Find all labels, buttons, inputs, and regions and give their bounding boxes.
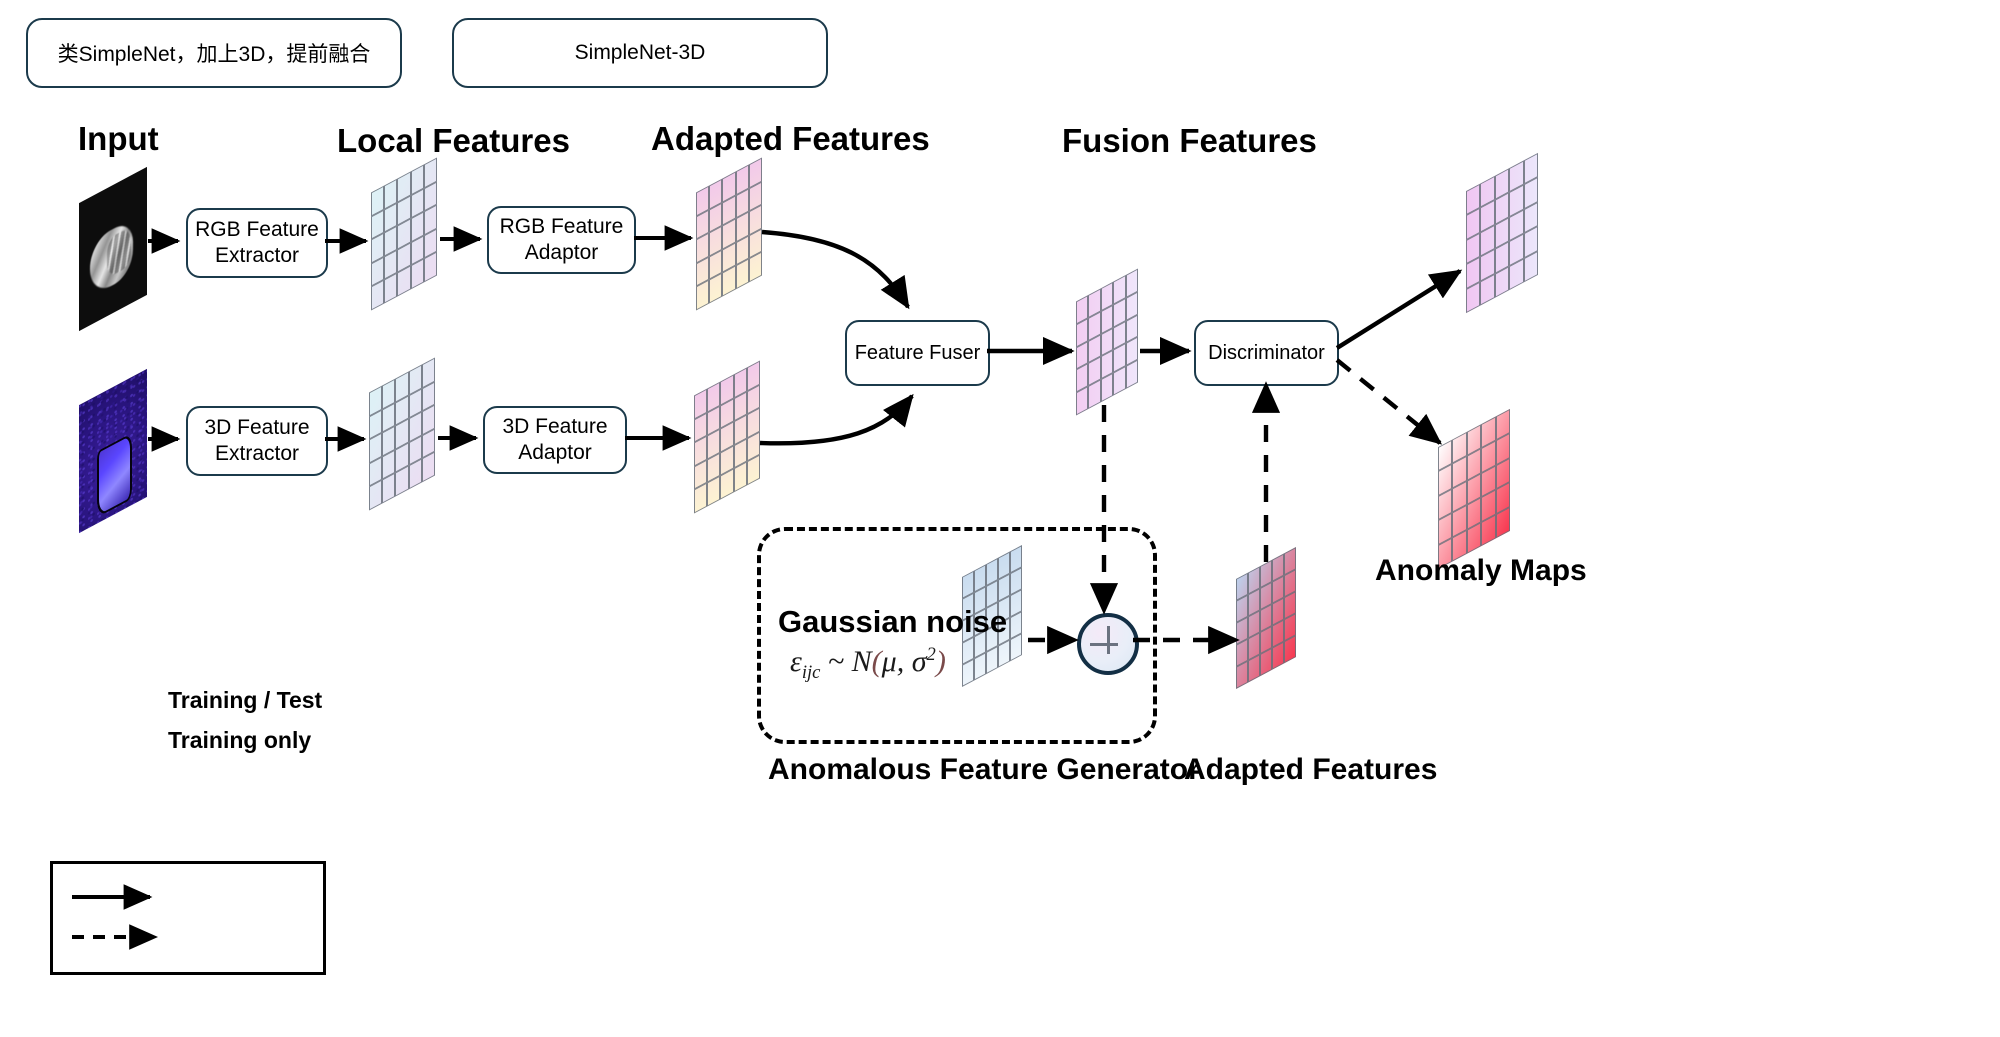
arrow-rgb-adapted-to-fuser <box>761 229 910 310</box>
arrow-discriminator-to-defect-map <box>1335 358 1443 445</box>
diagram-canvas: 类SimpleNet，加上3D，提前融合 SimpleNet-3D Input … <box>0 0 2000 1037</box>
connector-layer <box>72 225 1463 950</box>
arrow-discriminator-to-normal-map <box>1335 269 1463 350</box>
arrow-depth-adapted-to-fuser <box>759 393 914 446</box>
